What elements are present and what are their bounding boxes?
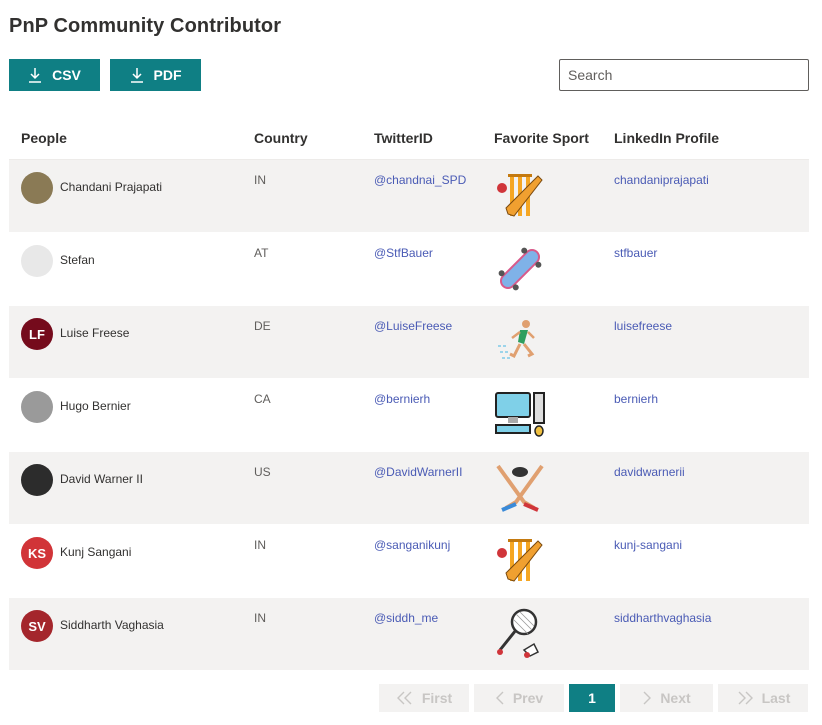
computer-icon <box>494 389 546 441</box>
person-name: Stefan <box>60 253 95 267</box>
linkedin-link[interactable]: stfbauer <box>614 246 657 260</box>
linkedin-link[interactable]: siddharthvaghasia <box>614 611 711 625</box>
contributors-table: People Country TwitterID Favorite Sport … <box>9 116 809 671</box>
badminton-icon <box>494 608 546 660</box>
next-page-button[interactable]: Next <box>620 684 713 712</box>
cricket-icon <box>494 170 546 222</box>
twitter-link[interactable]: @DavidWarnerII <box>374 465 462 479</box>
download-icon <box>29 68 42 83</box>
twitter-link[interactable]: @sanganikunj <box>374 538 450 552</box>
avatar <box>21 464 53 496</box>
table-row: David Warner II US @DavidWarnerII davidwarn… <box>9 452 809 525</box>
avatar: KS <box>21 537 53 569</box>
first-label: First <box>421 690 453 706</box>
linkedin-link[interactable]: luisefreese <box>614 319 672 333</box>
header-sport[interactable]: Favorite Sport <box>494 130 589 146</box>
avatar <box>21 172 53 204</box>
person-name: Kunj Sangani <box>60 545 132 559</box>
current-page-label: 1 <box>588 690 596 706</box>
table-row: Chandani Prajapati IN @chandnai_SPD chandan… <box>9 160 809 233</box>
country-cell: DE <box>254 319 271 333</box>
avatar: SV <box>21 610 53 642</box>
linkedin-link[interactable]: bernierh <box>614 392 658 406</box>
twitter-link[interactable]: @StfBauer <box>374 246 433 260</box>
pdf-label: PDF <box>153 67 182 83</box>
header-linkedin[interactable]: LinkedIn Profile <box>614 130 719 146</box>
table-row: Hugo Bernier CA @bernierh bernierh <box>9 379 809 452</box>
country-cell: CA <box>254 392 271 406</box>
country-cell: IN <box>254 538 266 552</box>
hockey-icon <box>494 462 546 514</box>
first-page-button[interactable]: First <box>379 684 469 712</box>
csv-label: CSV <box>52 67 81 83</box>
person-name: David Warner II <box>60 472 143 486</box>
prev-page-button[interactable]: Prev <box>474 684 564 712</box>
table-row: SV Siddharth Vaghasia IN @siddh_me siddharth… <box>9 598 809 671</box>
next-label: Next <box>660 690 691 706</box>
header-people[interactable]: People <box>21 130 67 146</box>
search-box <box>559 59 809 91</box>
running-icon <box>494 316 546 368</box>
twitter-link[interactable]: @chandnai_SPD <box>374 173 466 187</box>
table-body: Chandani Prajapati IN @chandnai_SPD chandan… <box>9 160 809 671</box>
country-cell: IN <box>254 611 266 625</box>
page-title: PnP Community Contributor <box>9 15 282 37</box>
avatar: LF <box>21 318 53 350</box>
chevron-right-icon <box>643 691 652 705</box>
export-csv-button[interactable]: CSV <box>9 59 100 91</box>
linkedin-link[interactable]: chandaniprajapati <box>614 173 709 187</box>
avatar <box>21 245 53 277</box>
last-page-button[interactable]: Last <box>718 684 808 712</box>
double-chevron-left-icon <box>396 691 412 705</box>
country-cell: AT <box>254 246 269 260</box>
double-chevron-right-icon <box>738 691 753 705</box>
country-cell: IN <box>254 173 266 187</box>
country-cell: US <box>254 465 271 479</box>
header-country[interactable]: Country <box>254 130 308 146</box>
linkedin-link[interactable]: davidwarnerii <box>614 465 685 479</box>
person-name: Luise Freese <box>60 326 130 340</box>
table-header: People Country TwitterID Favorite Sport … <box>9 116 809 160</box>
skateboard-icon <box>494 243 546 295</box>
chevron-left-icon <box>495 691 504 705</box>
linkedin-link[interactable]: kunj-sangani <box>614 538 682 552</box>
last-label: Last <box>761 690 791 706</box>
person-name: Chandani Prajapati <box>60 180 163 194</box>
twitter-link[interactable]: @siddh_me <box>374 611 438 625</box>
download-icon <box>130 68 143 83</box>
table-row: LF Luise Freese DE @LuiseFreese luisefreese <box>9 306 809 379</box>
cricket-icon <box>494 535 546 587</box>
table-row: KS Kunj Sangani IN @sanganikunj kunj-sangani <box>9 525 809 598</box>
twitter-link[interactable]: @bernierh <box>374 392 430 406</box>
person-name: Siddharth Vaghasia <box>60 618 164 632</box>
prev-label: Prev <box>512 690 544 706</box>
search-input[interactable] <box>568 67 808 83</box>
person-name: Hugo Bernier <box>60 399 131 413</box>
page-number-button[interactable]: 1 <box>569 684 615 712</box>
header-twitter[interactable]: TwitterID <box>374 130 433 146</box>
export-pdf-button[interactable]: PDF <box>110 59 201 91</box>
twitter-link[interactable]: @LuiseFreese <box>374 319 452 333</box>
table-row: Stefan AT @StfBauer stfbauer <box>9 233 809 306</box>
avatar <box>21 391 53 423</box>
